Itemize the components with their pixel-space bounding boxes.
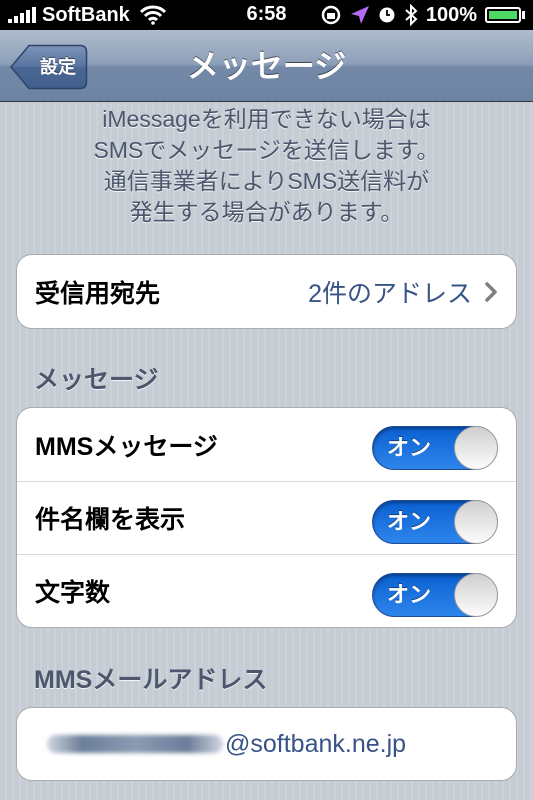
back-button[interactable]: 設定 [10,44,88,90]
receive-at-group: 受信用宛先 2件のアドレス [16,254,517,329]
imessage-info-text: iMessageを利用できない場合は SMSでメッセージを送信します。 通信事業… [0,104,533,228]
info-line: SMSでメッセージを送信します。 [93,137,440,163]
rotation-lock-icon [321,5,341,25]
character-count-label: 文字数 [35,579,111,607]
mms-messages-label: MMSメッセージ [35,432,218,461]
back-button-label: 設定 [40,57,76,77]
location-arrow-icon [350,6,369,24]
mms-email-domain: @softbank.ne.jp [225,729,407,758]
character-count-row: 文字数 オン [17,554,516,627]
bluetooth-icon [405,4,418,26]
chevron-right-icon [485,281,497,302]
alarm-clock-icon [379,7,395,23]
info-line: 通信事業者によりSMS送信料が [103,168,430,194]
show-subject-row: 件名欄を表示 オン [17,481,516,554]
page-title: メッセージ [186,48,347,84]
info-line: iMessageを利用できない場合は [102,106,431,132]
toggle-knob [454,573,498,617]
wifi-icon [139,5,166,25]
battery-icon [485,7,525,23]
toggle-knob [454,426,498,470]
receive-at-label: 受信用宛先 [35,279,161,308]
show-subject-label: 件名欄を表示 [35,506,186,534]
status-bar: SoftBank 6:58 100% [0,0,533,30]
receive-at-row[interactable]: 受信用宛先 2件のアドレス [17,255,516,328]
show-subject-toggle[interactable]: オン [372,500,498,544]
mms-messages-toggle[interactable]: オン [372,426,498,470]
toggle-on-label: オン [387,435,432,460]
navigation-bar: 設定 メッセージ [0,30,533,102]
redacted-username [47,735,223,753]
toggle-on-label: オン [387,582,432,607]
carrier-name: SoftBank [42,3,130,26]
messages-section-header: メッセージ [34,366,159,394]
mms-messages-row: MMSメッセージ オン [17,408,516,481]
character-count-toggle[interactable]: オン [372,573,498,617]
mms-email-section-header: MMSメールアドレス [34,666,268,694]
toggle-on-label: オン [387,509,432,534]
toggle-knob [454,500,498,544]
messages-settings-group: MMSメッセージ オン 件名欄を表示 オン 文字数 オン [16,407,517,628]
signal-bars-icon [8,7,36,23]
mms-email-field[interactable]: @softbank.ne.jp [16,707,517,781]
battery-percent: 100% [425,3,477,26]
info-line: 発生する場合があります。 [129,199,404,225]
receive-at-value: 2件のアドレス [308,279,472,308]
